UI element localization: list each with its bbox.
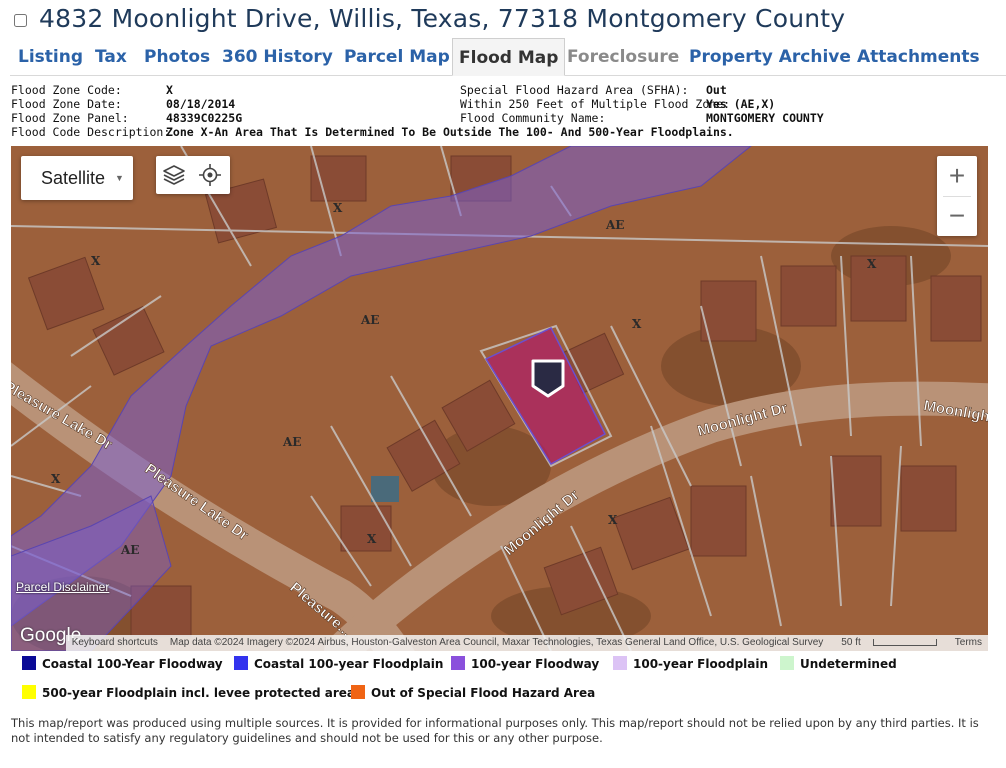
sfha-label: Special Flood Hazard Area (SFHA):: [460, 83, 689, 97]
zone-label: X: [867, 257, 877, 271]
terms-link[interactable]: Terms: [955, 637, 982, 648]
flood-code-description-label: Flood Code Description:: [11, 125, 171, 139]
flood-map[interactable]: AE AE AE AE X X X X X X X Moonlight Dr M…: [11, 146, 988, 651]
tab-photos[interactable]: Photos: [144, 38, 210, 75]
map-attribution-bar: Keyboard shortcuts Map data ©2024 Imagery…: [65, 635, 988, 651]
zone-label: X: [367, 532, 377, 546]
zone-label: X: [333, 201, 343, 215]
legend-label: 100-year Floodplain: [633, 657, 769, 671]
disclaimer-text: This map/report was produced using multi…: [11, 716, 979, 745]
keyboard-shortcuts-link[interactable]: Keyboard shortcuts: [72, 637, 158, 648]
zone-label: AE: [120, 543, 139, 557]
legend-item: Coastal 100-Year Floodway: [22, 656, 223, 672]
tab-foreclosure[interactable]: Foreclosure: [567, 38, 679, 75]
flood-zone-date-label: Flood Zone Date:: [11, 97, 122, 111]
flood-zone-code-label: Flood Zone Code:: [11, 83, 122, 97]
select-checkbox[interactable]: [14, 14, 27, 27]
flood-legend: Coastal 100-Year Floodway Coastal 100-ye…: [22, 656, 1002, 706]
legend-swatch: [22, 685, 36, 699]
scale-bar[interactable]: 50 ft: [835, 637, 942, 648]
legend-swatch: [351, 685, 365, 699]
tab-parcel-map[interactable]: Parcel Map: [344, 38, 450, 75]
flood-zone-panel-value: 48339C0225G: [166, 111, 243, 125]
tab-tax[interactable]: Tax: [95, 38, 127, 75]
flood-zone-code-value: X: [166, 83, 173, 97]
zone-label: AE: [360, 313, 379, 327]
tab-bar: Listing Tax Photos 360 History Parcel Ma…: [10, 38, 1006, 76]
sfha-value: Out: [706, 83, 727, 97]
zone-label: AE: [605, 218, 624, 232]
layers-icon[interactable]: [162, 163, 186, 187]
map-data-attribution: Map data ©2024 Imagery ©2024 Airbus, Hou…: [169, 637, 824, 648]
zone-label: AE: [282, 435, 301, 449]
scale-label: 50 ft: [841, 637, 861, 648]
legend-label: Coastal 100-year Floodplain: [254, 657, 444, 671]
legend-swatch: [22, 656, 36, 670]
flood-community-value: MONTGOMERY COUNTY: [706, 111, 824, 125]
header: 4832 Moonlight Drive, Willis, Texas, 773…: [0, 0, 1006, 40]
legend-item: Undetermined: [780, 656, 897, 672]
legend-swatch: [451, 656, 465, 670]
legend-label: Undetermined: [800, 657, 897, 671]
tab-listing[interactable]: Listing: [18, 38, 83, 75]
tab-property-archive[interactable]: Property Archive: [689, 38, 851, 75]
legend-label: 500-year Floodplain incl. levee protecte…: [42, 686, 355, 700]
flood-zone-panel-label: Flood Zone Panel:: [11, 111, 129, 125]
flood-info-panel: Flood Zone Code: X Flood Zone Date: 08/1…: [0, 82, 1006, 142]
map-imagery[interactable]: AE AE AE AE X X X X X X X Moonlight Dr M…: [11, 146, 988, 651]
legend-item: 100-year Floodway: [451, 656, 599, 672]
zoom-in-button[interactable]: +: [937, 156, 977, 196]
scale-line: [872, 638, 937, 646]
zoom-out-button[interactable]: −: [937, 196, 977, 236]
zone-label: X: [91, 254, 101, 268]
flood-code-description-value: Zone X-An Area That Is Determined To Be …: [166, 125, 734, 139]
flood-zone-date-value: 08/18/2014: [166, 97, 236, 111]
map-type-label: Satellite: [41, 168, 106, 188]
tab-360-history[interactable]: 360 History: [222, 38, 333, 75]
chevron-down-icon: ▼: [115, 173, 124, 183]
map-type-selector[interactable]: Satellite ▼: [21, 156, 133, 200]
pool: [371, 476, 399, 502]
legend-label: Out of Special Flood Hazard Area: [371, 686, 596, 700]
legend-item: 100-year Floodplain: [613, 656, 768, 672]
zone-label: X: [608, 513, 618, 527]
property-marker-icon[interactable]: [531, 359, 565, 398]
within-250ft-label: Within 250 Feet of Multiple Flood Zone:: [460, 97, 731, 111]
property-address-title: 4832 Moonlight Drive, Willis, Texas, 773…: [39, 4, 846, 33]
legend-swatch: [234, 656, 248, 670]
locate-icon[interactable]: [198, 163, 222, 187]
legend-item: 500-year Floodplain incl. levee protecte…: [22, 685, 355, 701]
legend-swatch: [613, 656, 627, 670]
legend-label: 100-year Floodway: [471, 657, 600, 671]
within-250ft-value: Yes (AE,X): [706, 97, 776, 111]
zone-label: X: [51, 472, 61, 486]
tab-attachments[interactable]: Attachments: [857, 38, 980, 75]
zoom-control: + −: [937, 156, 977, 236]
parcel-disclaimer-link[interactable]: Parcel Disclaimer: [16, 580, 109, 594]
legend-item: Coastal 100-year Floodplain: [234, 656, 443, 672]
map-tools: [156, 156, 230, 194]
zone-label: X: [632, 317, 642, 331]
flood-community-label: Flood Community Name:: [460, 111, 606, 125]
legend-item: Out of Special Flood Hazard Area: [351, 685, 595, 701]
legend-label: Coastal 100-Year Floodway: [42, 657, 223, 671]
tab-flood-map[interactable]: Flood Map: [452, 38, 566, 76]
legend-swatch: [780, 656, 794, 670]
